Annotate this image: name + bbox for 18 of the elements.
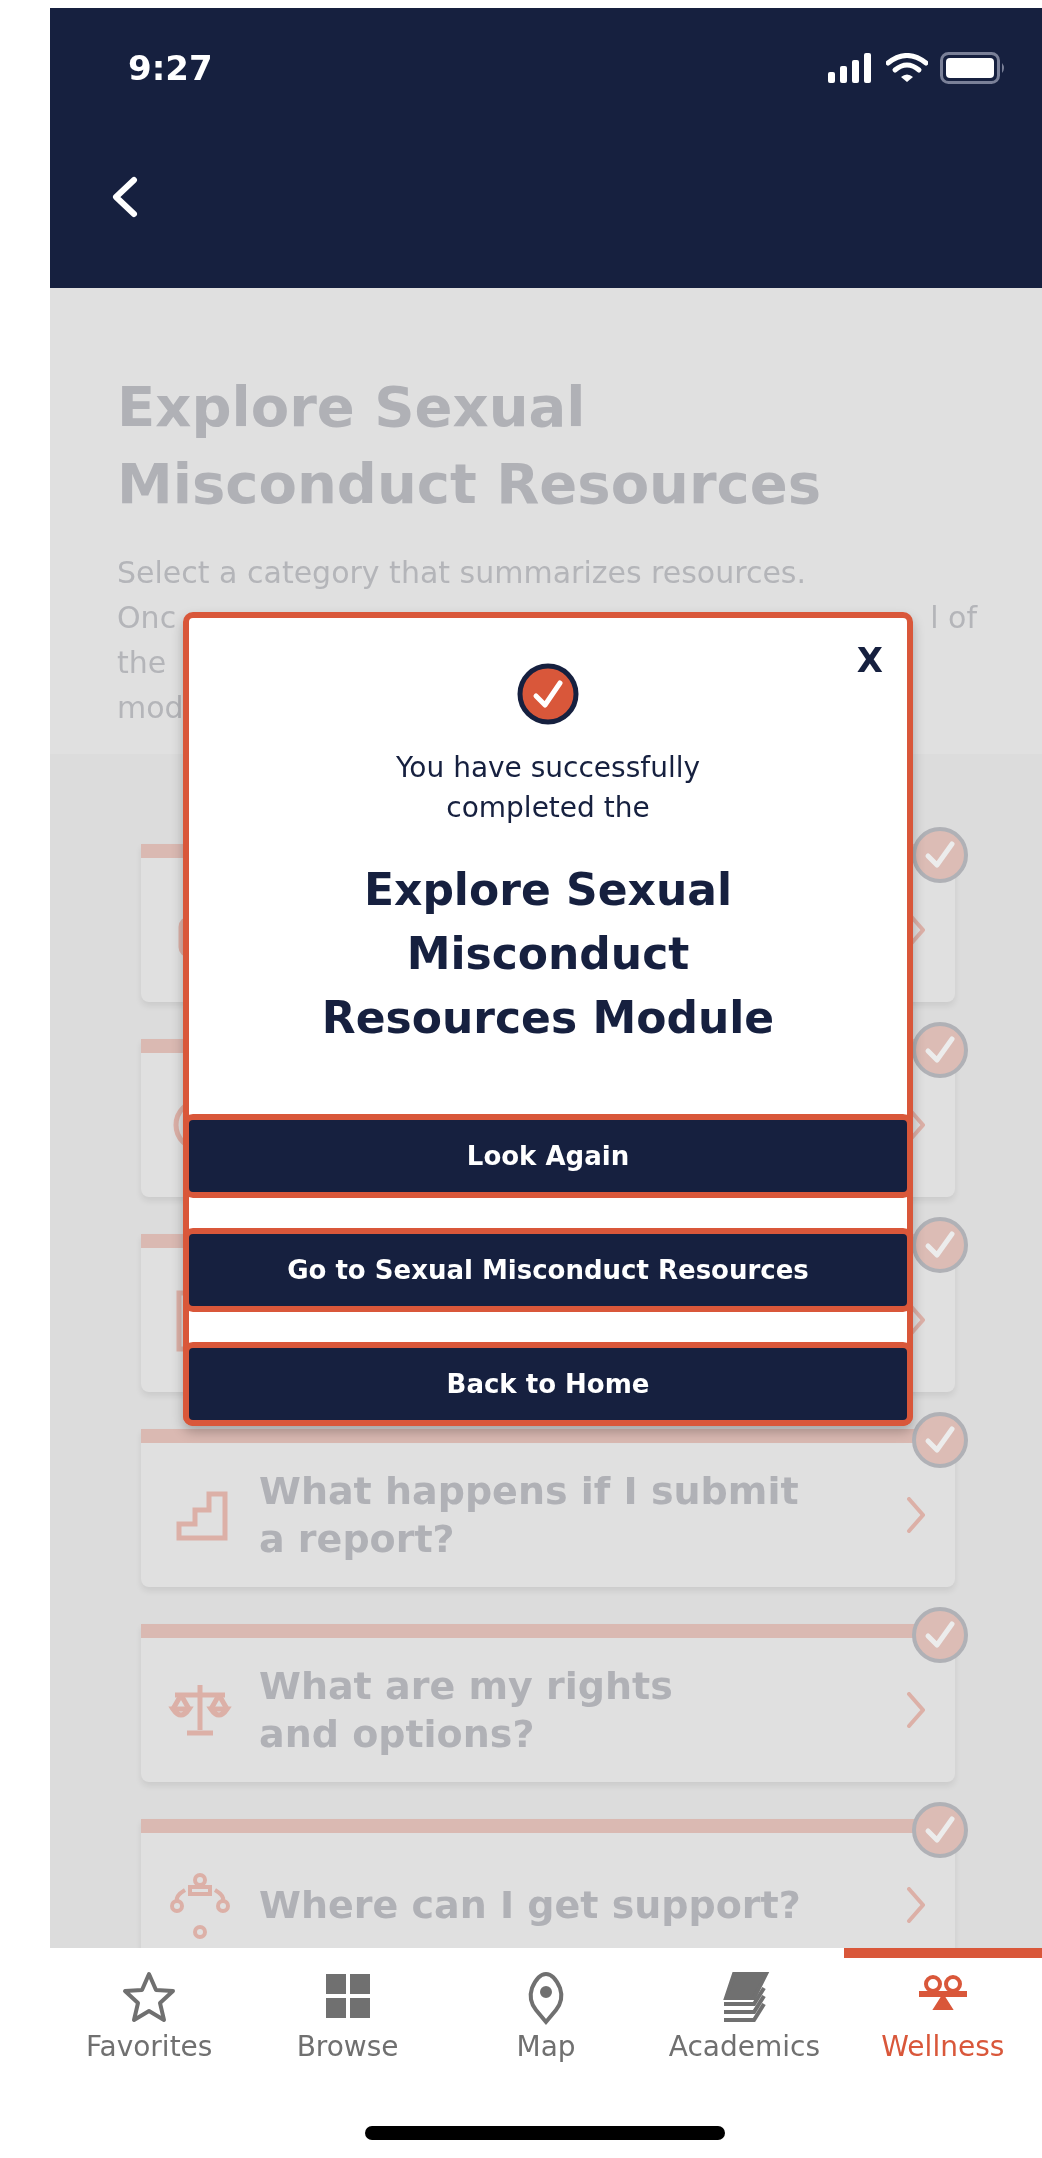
tab[interactable]: Wellness	[843, 1948, 1042, 2078]
back-button[interactable]	[110, 176, 140, 218]
tab[interactable]: Favorites	[50, 1948, 249, 2078]
chevron-icon	[907, 1692, 925, 1728]
battery-icon	[940, 52, 1006, 84]
tab[interactable]: Browse	[248, 1948, 447, 2078]
chevron-icon	[907, 1497, 925, 1533]
signal-icon	[828, 53, 874, 83]
dialog-message: You have successfully completed the	[395, 750, 701, 826]
check-circle-icon	[516, 662, 580, 726]
close-button[interactable]: X	[856, 640, 883, 680]
wifi-icon	[886, 53, 928, 83]
dialog-title: Explore Sexual Misconduct Resources Module	[320, 863, 776, 1045]
chevron-icon	[907, 1887, 925, 1923]
tab[interactable]: Academics	[645, 1948, 844, 2078]
dialog-button[interactable]: Back to Home	[183, 1342, 913, 1426]
tab[interactable]: Map	[446, 1948, 646, 2078]
status-time: 9:27	[128, 48, 213, 88]
